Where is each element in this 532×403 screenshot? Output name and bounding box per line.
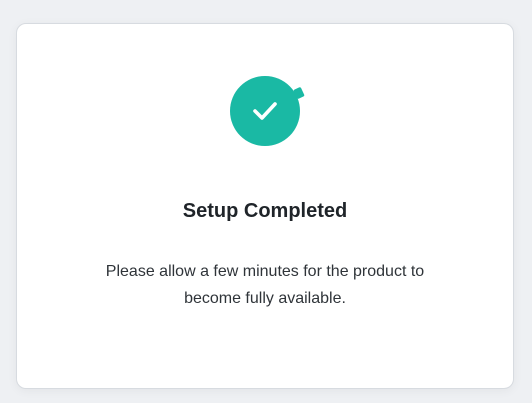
check-circle-icon [229,73,305,149]
setup-completed-card: Setup Completed Please allow a few minut… [16,23,514,389]
status-message: Please allow a few minutes for the produ… [105,263,425,307]
page-title: Setup Completed [182,200,348,222]
